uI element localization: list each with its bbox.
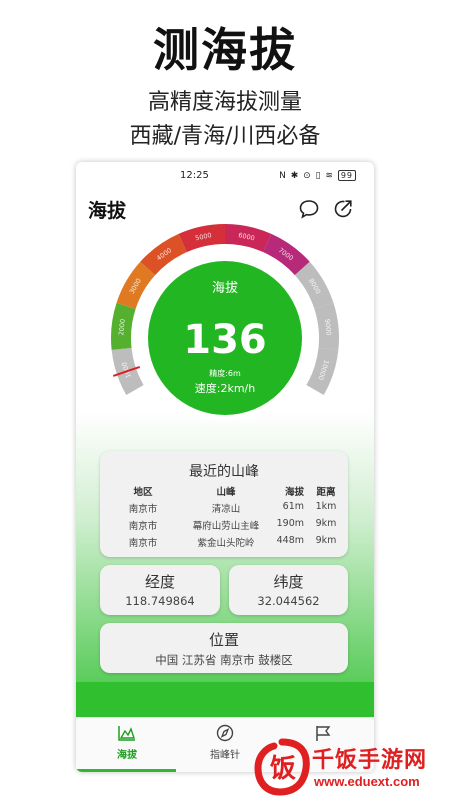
location-label: 位置 <box>208 631 239 649</box>
promo-title: 测海拔 <box>153 23 297 77</box>
peak-altitude: 61m <box>282 501 304 512</box>
share-icon[interactable] <box>332 198 354 220</box>
longitude-card: 经度 118.749864 <box>100 565 220 615</box>
nearby-peaks-table: 地区 山峰 海拔 距离 南京市 清凉山 61m 1km 南京市 幕府山劳山主峰 … <box>100 484 348 552</box>
peak-name: 清凉山 <box>211 504 241 515</box>
nearby-peaks-title: 最近的山峰 <box>189 464 259 480</box>
latitude-label: 纬度 <box>273 573 304 591</box>
longitude-value: 118.749864 <box>125 594 195 608</box>
chat-icon[interactable] <box>298 198 320 220</box>
tab-altitude[interactable]: 海拔 <box>92 724 162 761</box>
phone-screen: 12:25 N ✱ ⊙ ▯ ≋ 99 海拔 1000 2000 3000 4000 50… <box>76 162 374 772</box>
speed-text: 速度:2km/h <box>195 381 255 395</box>
peak-altitude: 448m <box>276 535 304 546</box>
table-row[interactable]: 南京市 幕府山劳山主峰 190m 9km <box>100 518 348 535</box>
header-region: 地区 <box>133 487 153 498</box>
header-distance: 距离 <box>316 487 336 498</box>
gauge-scale-label: 9000 <box>323 319 333 336</box>
status-bar: 12:25 N ✱ ⊙ ▯ ≋ 99 <box>76 170 374 186</box>
status-time: 12:25 <box>180 170 209 181</box>
tab-compass[interactable]: 指峰针 <box>190 724 260 761</box>
page-title: 海拔 <box>88 200 127 222</box>
status-indicator-icons: N ✱ ⊙ ▯ ≋ <box>279 171 334 181</box>
watermark-url: www.eduext.com <box>314 774 420 789</box>
altitude-value: 136 <box>183 317 267 363</box>
accuracy-text: 精度:6m <box>209 368 241 378</box>
watermark: 饭 千饭手游网 www.eduext.com <box>254 738 450 796</box>
peak-name: 幕府山劳山主峰 <box>192 521 260 532</box>
nearby-peaks-card: 最近的山峰 地区 山峰 海拔 距离 南京市 清凉山 61m 1km 南京市 幕府… <box>100 451 348 557</box>
header-altitude: 海拔 <box>284 487 304 498</box>
watermark-logo-icon: 饭 <box>254 738 310 796</box>
peak-region: 南京市 <box>128 538 158 549</box>
watermark-text: 千饭手游网 <box>312 748 428 773</box>
tab-altitude-label: 海拔 <box>117 750 137 761</box>
peak-region: 南京市 <box>128 521 158 532</box>
location-card: 位置 中国 江苏省 南京市 鼓楼区 <box>100 623 348 673</box>
peak-distance: 1km <box>315 501 337 512</box>
altitude-chart-icon <box>118 726 135 741</box>
latitude-value: 32.044562 <box>257 594 320 608</box>
location-value: 中国 江苏省 南京市 鼓楼区 <box>155 653 293 667</box>
background-fill <box>76 682 374 722</box>
battery-icon: 99 <box>337 170 356 181</box>
table-row[interactable]: 南京市 清凉山 61m 1km <box>100 501 348 518</box>
latitude-card: 纬度 32.044562 <box>229 565 348 615</box>
peak-name: 紫金山头陀岭 <box>197 538 255 549</box>
peak-distance: 9km <box>315 535 337 546</box>
gauge-title: 海拔 <box>212 281 238 296</box>
altitude-gauge: 10002000300040005000 60007000800090001000… <box>111 224 340 420</box>
tab-compass-label: 指峰针 <box>210 750 240 761</box>
promo-subtitle-2: 西藏/青海/川西必备 <box>129 124 321 149</box>
longitude-label: 经度 <box>144 573 175 591</box>
active-tab-indicator <box>76 769 176 772</box>
watermark-logo-char: 饭 <box>270 754 296 784</box>
peak-altitude: 190m <box>276 518 304 529</box>
status-icons: N ✱ ⊙ ▯ ≋ 99 <box>279 170 356 181</box>
table-header: 地区 山峰 海拔 距离 <box>100 484 348 501</box>
header-peak: 山峰 <box>216 487 236 498</box>
peak-distance: 9km <box>315 518 337 529</box>
peak-region: 南京市 <box>128 504 158 515</box>
gauge-scale-label: 2000 <box>117 319 127 336</box>
compass-icon <box>216 724 234 742</box>
promo-subtitle-1: 高精度海拔测量 <box>147 90 302 115</box>
table-row[interactable]: 南京市 紫金山头陀岭 448m 9km <box>100 535 348 552</box>
